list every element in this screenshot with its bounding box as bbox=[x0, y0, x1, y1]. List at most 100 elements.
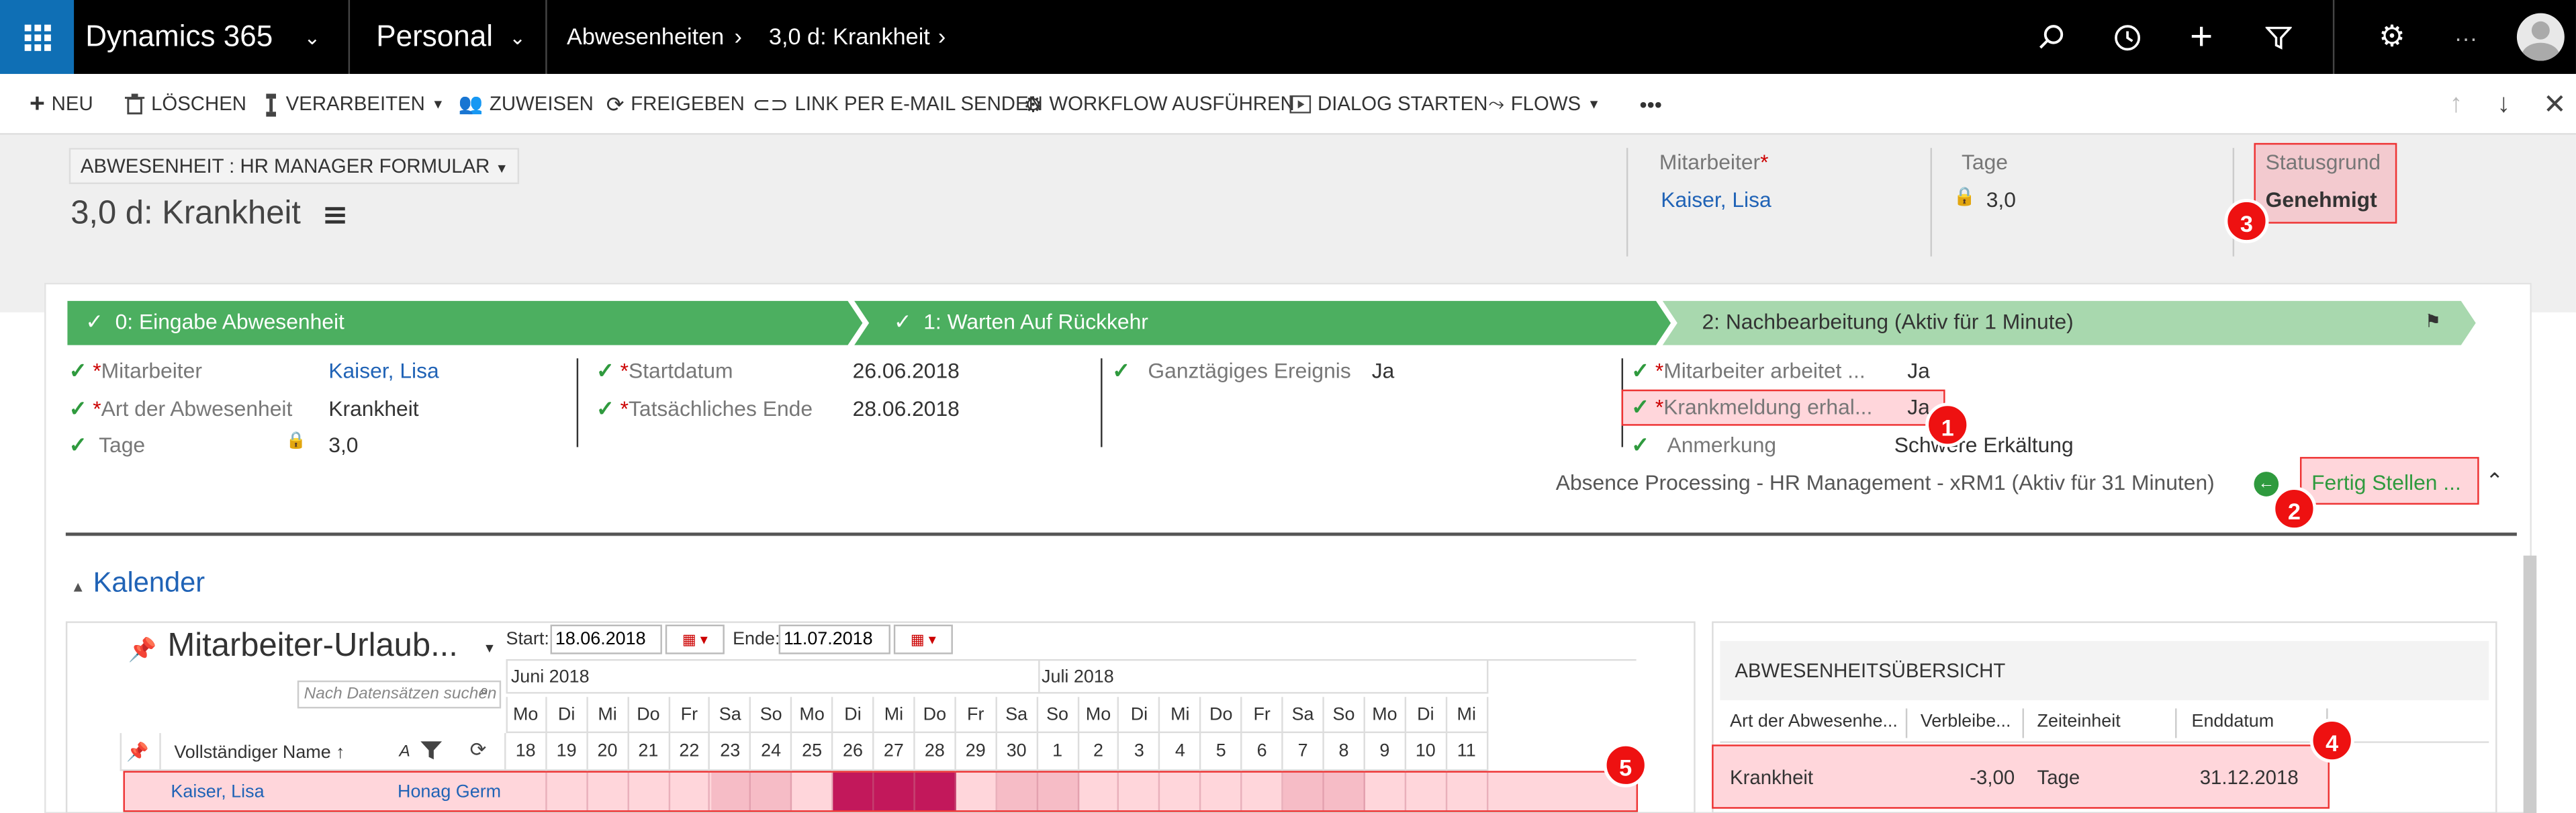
collapse-icon[interactable]: ⌃ bbox=[2485, 468, 2503, 495]
chevron-down-icon[interactable]: ⌄ bbox=[276, 0, 349, 74]
app-name[interactable]: Dynamics 365 bbox=[85, 0, 273, 74]
stage-1[interactable]: ✓ 0: Eingabe Abwesenheit bbox=[85, 309, 344, 335]
day-slot[interactable] bbox=[547, 772, 588, 811]
day-cell: 30 bbox=[997, 733, 1038, 771]
day-slot[interactable] bbox=[588, 772, 629, 811]
bpf-field-sick-note[interactable]: ✓ *Krankmeldung erhal... bbox=[1631, 394, 1872, 421]
day-slot[interactable] bbox=[1038, 772, 1079, 811]
day-slot[interactable] bbox=[1283, 772, 1324, 811]
check-icon: ✓ bbox=[1631, 394, 1649, 419]
day-slot[interactable] bbox=[1201, 772, 1242, 811]
close-icon[interactable]: ✕ bbox=[2543, 74, 2567, 135]
dialog-icon bbox=[1289, 95, 1312, 114]
email-link-button[interactable]: ⊂⊃ LINK PER E-MAIL SENDEN bbox=[752, 74, 1042, 135]
arrow-up-icon[interactable]: ↑ bbox=[2450, 74, 2463, 135]
day-cell: 4 bbox=[1160, 733, 1202, 771]
view-title[interactable]: Mitarbeiter-Urlaub... bbox=[168, 628, 458, 666]
process-button[interactable]: VERARBEITEN ▼ bbox=[263, 74, 445, 135]
bpf-employee-link[interactable]: Kaiser, Lisa bbox=[328, 358, 439, 383]
day-slot[interactable] bbox=[506, 772, 547, 811]
day-slot[interactable] bbox=[997, 772, 1038, 811]
plus-icon[interactable]: + bbox=[2164, 0, 2240, 74]
row-company-link[interactable]: Honag Germ... bbox=[398, 782, 501, 802]
calendar-picker-icon[interactable]: ▦ ▾ bbox=[665, 624, 725, 654]
record-set-icon[interactable] bbox=[320, 204, 347, 226]
refresh-icon[interactable]: ⟳ bbox=[470, 738, 487, 761]
day-slot[interactable] bbox=[1160, 772, 1202, 811]
day-slot[interactable] bbox=[1447, 772, 1488, 811]
day-slot[interactable] bbox=[1365, 772, 1406, 811]
check-icon: ✓ bbox=[893, 308, 912, 334]
column-remaining[interactable]: Verbleibe... bbox=[1921, 712, 2011, 731]
pin-icon[interactable]: 📌 bbox=[128, 636, 157, 665]
finish-button[interactable]: Fertig Stellen ... bbox=[2311, 470, 2461, 495]
row-name-link[interactable]: Kaiser, Lisa bbox=[171, 782, 264, 802]
more-icon[interactable]: ··· bbox=[2428, 0, 2504, 74]
bpf-field-actual-end[interactable]: ✓ *Tatsächliches Ende bbox=[596, 396, 813, 423]
column-a[interactable]: A bbox=[399, 743, 410, 761]
calendar-section-header[interactable]: ▲ Kalender bbox=[71, 567, 205, 600]
start-date-input[interactable]: 18.06.2018 bbox=[550, 624, 662, 654]
chevron-down-icon[interactable]: ⌄ bbox=[490, 0, 545, 74]
assign-button[interactable]: 👥 ZUWEISEN bbox=[459, 74, 594, 135]
day-slot[interactable] bbox=[670, 772, 711, 811]
end-date-input[interactable]: 11.07.2018 bbox=[778, 624, 890, 654]
column-absence-type[interactable]: Art der Abwesenhe... bbox=[1730, 712, 1898, 731]
run-workflow-button[interactable]: ⚙ WORKFLOW AUSFÜHREN bbox=[1023, 74, 1295, 135]
column-fullname[interactable]: Vollständiger Name ↑ bbox=[174, 743, 344, 763]
employee-link[interactable]: Kaiser, Lisa bbox=[1661, 187, 1771, 212]
stage-2[interactable]: ✓ 1: Warten Auf Rückkehr bbox=[894, 309, 1148, 335]
bpf-field-employee[interactable]: ✓ *Mitarbeiter bbox=[69, 358, 202, 384]
bpf-field-works[interactable]: ✓ *Mitarbeiter arbeitet ... bbox=[1631, 358, 1865, 384]
filter-icon[interactable] bbox=[420, 740, 443, 761]
bpf-field-all-day[interactable]: ✓ Ganztägiges Ereignis bbox=[1112, 358, 1351, 384]
breadcrumb-record[interactable]: 3,0 d: Krankheit bbox=[769, 0, 930, 74]
breadcrumb-entity[interactable]: Abwesenheiten bbox=[567, 0, 724, 74]
bpf-field-absence-type[interactable]: ✓ *Art der Abwesenheit bbox=[69, 396, 293, 423]
gear-icon[interactable]: ⚙ bbox=[2354, 0, 2430, 74]
new-button[interactable]: + NEU bbox=[30, 74, 93, 135]
day-slot[interactable] bbox=[1242, 772, 1283, 811]
avatar[interactable] bbox=[2516, 13, 2565, 61]
start-dialog-button[interactable]: DIALOG STARTEN bbox=[1289, 74, 1487, 135]
day-slot[interactable] bbox=[751, 772, 792, 811]
day-slot[interactable] bbox=[629, 772, 670, 811]
day-slot[interactable] bbox=[710, 772, 751, 811]
status-value: Genehmigt bbox=[2265, 187, 2377, 212]
search-icon[interactable]: ⌕ bbox=[479, 682, 489, 700]
pin-icon[interactable]: 📌 bbox=[126, 741, 149, 763]
calendar-picker-icon[interactable]: ▦ ▾ bbox=[893, 624, 953, 654]
delete-button[interactable]: LÖSCHEN bbox=[124, 74, 246, 135]
day-slot[interactable] bbox=[915, 772, 956, 811]
column-unit[interactable]: Zeiteinheit bbox=[2037, 712, 2121, 731]
weekday-cell: Di bbox=[547, 697, 588, 734]
more-commands-button[interactable]: ••• bbox=[1640, 74, 1662, 135]
area-name[interactable]: Personal bbox=[376, 0, 493, 74]
arrow-down-icon[interactable]: ↓ bbox=[2497, 74, 2511, 135]
day-slot[interactable] bbox=[956, 772, 997, 811]
day-slot[interactable] bbox=[1078, 772, 1120, 811]
search-icon[interactable] bbox=[2014, 0, 2090, 74]
day-slot[interactable] bbox=[792, 772, 833, 811]
app-launcher-waffle-icon[interactable] bbox=[0, 0, 75, 75]
day-slot[interactable] bbox=[1119, 772, 1161, 811]
form-selector[interactable]: ABWESENHEIT : HR MANAGER FORMULAR ▼ bbox=[68, 148, 520, 184]
day-slot[interactable] bbox=[1406, 772, 1447, 811]
flows-button[interactable]: ⤳ FLOWS ▼ bbox=[1488, 74, 1600, 135]
weekday-cell: Fr bbox=[1242, 697, 1283, 734]
back-arrow-icon[interactable]: ← bbox=[2254, 472, 2279, 497]
day-slot[interactable] bbox=[1324, 772, 1365, 811]
caret-down-icon[interactable]: ▼ bbox=[483, 641, 496, 656]
bpf-field-start-date[interactable]: ✓ *Startdatum bbox=[596, 358, 733, 384]
bpf-field-remark[interactable]: ✓ Anmerkung bbox=[1631, 432, 1776, 458]
column-end-date[interactable]: Enddatum bbox=[2191, 712, 2274, 731]
share-button[interactable]: ⟳ FREIGEBEN bbox=[606, 74, 745, 135]
stage-3-active[interactable]: 2: Nachbearbeitung (Aktiv für 1 Minute) bbox=[1702, 309, 2073, 334]
day-slot[interactable] bbox=[833, 772, 874, 811]
day-slot[interactable] bbox=[874, 772, 915, 811]
search-input[interactable]: Nach Datensätzen suchen bbox=[297, 680, 502, 709]
filter-icon[interactable] bbox=[2241, 0, 2317, 74]
history-icon[interactable] bbox=[2090, 0, 2166, 74]
weekday-cell: Di bbox=[833, 697, 874, 734]
scrollbar[interactable] bbox=[2523, 555, 2537, 813]
